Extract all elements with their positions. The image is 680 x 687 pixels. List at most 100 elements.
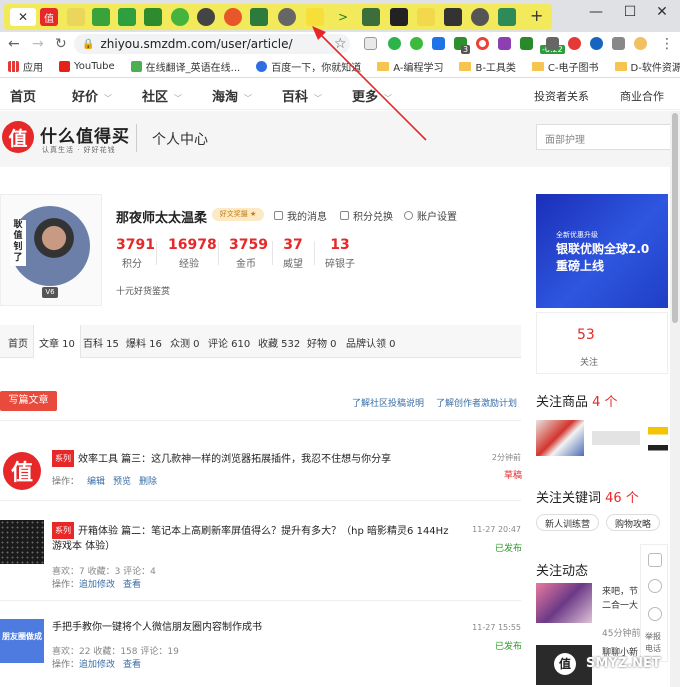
site-logo[interactable]: 值: [2, 121, 34, 153]
extension-icon-2[interactable]: [388, 37, 401, 50]
extension-icon-4[interactable]: [432, 37, 445, 50]
forward-icon[interactable]: →: [32, 36, 44, 52]
tab-favicon-5[interactable]: [144, 8, 162, 26]
tab-favicon-17[interactable]: [471, 8, 489, 26]
tab-favicon-13[interactable]: [362, 8, 380, 26]
tab-favicon-10[interactable]: [278, 8, 296, 26]
preview-link[interactable]: 预览: [113, 477, 131, 487]
menu-icon[interactable]: ⋮: [660, 36, 674, 52]
feed-thumb[interactable]: [536, 583, 592, 623]
article-thumb[interactable]: [0, 520, 44, 564]
write-article-button[interactable]: 写篇文章: [0, 391, 57, 411]
goods-thumb-1[interactable]: [536, 420, 584, 456]
maximize-button[interactable]: ☐: [620, 4, 640, 20]
article-thumb[interactable]: 值: [0, 449, 44, 493]
chat-icon[interactable]: [648, 579, 662, 593]
tab-articles[interactable]: 文章 10: [33, 325, 81, 358]
article-title[interactable]: 手把手教你一键将个人微信朋友圈内容制作成书: [52, 620, 452, 635]
bookmark-translate[interactable]: 在线翻译_英语在线...: [130, 59, 240, 74]
nav-more[interactable]: 更多 ﹀: [352, 86, 392, 105]
bookmark-youtube[interactable]: YouTube: [59, 61, 115, 72]
stat-points[interactable]: 3791 积分: [116, 237, 155, 270]
minimize-button[interactable]: —: [586, 4, 606, 20]
goods-thumb-2[interactable]: [592, 420, 640, 456]
phone-icon[interactable]: [648, 553, 662, 567]
page-scrollbar[interactable]: [670, 111, 680, 687]
tab-brand[interactable]: 品牌认领 0: [346, 335, 396, 350]
feed-thumb[interactable]: 值: [536, 645, 592, 685]
tab-tips[interactable]: 爆料 16: [126, 335, 162, 350]
username[interactable]: 那夜师太太温柔: [116, 207, 207, 226]
bookmark-folder-c[interactable]: C-电子图书: [531, 59, 599, 74]
article-title[interactable]: 系列 效率工具 篇三：这几款神一样的浏览器拓展插件，我忍不住想与你分享: [52, 450, 452, 467]
help-icon[interactable]: [648, 607, 662, 621]
back-icon[interactable]: ←: [8, 36, 20, 52]
keyword-chip[interactable]: 购物攻略: [606, 514, 661, 531]
nav-home[interactable]: 首页: [10, 86, 36, 105]
account-settings-link[interactable]: 账户设置: [404, 208, 457, 223]
avatar[interactable]: 耿值钊了: [10, 206, 90, 286]
view-link[interactable]: 查看: [123, 580, 141, 590]
tab-favicon-16[interactable]: [444, 8, 462, 26]
new-tab-button[interactable]: +: [530, 6, 543, 25]
reload-icon[interactable]: ↻: [55, 36, 67, 52]
points-exchange-link[interactable]: 积分兑换: [340, 208, 393, 223]
goods-thumb-3[interactable]: [648, 420, 668, 456]
messages-link[interactable]: 我的消息: [274, 208, 327, 223]
nav-investor[interactable]: 投资者关系: [534, 88, 589, 104]
extension-icon-3[interactable]: [410, 37, 423, 50]
stat-experience[interactable]: 16978 经验: [168, 237, 217, 270]
delete-link[interactable]: 删除: [139, 477, 157, 487]
submission-guide-link[interactable]: 了解社区投稿说明: [352, 396, 424, 409]
tab-favicon-9[interactable]: [250, 8, 268, 26]
stat-gold[interactable]: 3759 金币: [229, 237, 268, 270]
promo-banner[interactable]: 全新优惠升级 银联优购全球2.0 重磅上线: [536, 194, 668, 308]
tab-favicon-7[interactable]: [197, 8, 215, 26]
tab-favicon-14[interactable]: [390, 8, 408, 26]
tab-wiki[interactable]: 百科 15: [83, 335, 119, 350]
extension-icon-10[interactable]: [568, 37, 581, 50]
tab-favicon-18[interactable]: [498, 8, 516, 26]
extension-icon-11[interactable]: [590, 37, 603, 50]
address-bar[interactable]: 🔒 zhiyou.smzdm.com/user/article/: [74, 34, 350, 54]
profile-avatar-icon[interactable]: [634, 37, 647, 50]
close-tab-icon[interactable]: ✕: [18, 10, 28, 24]
append-edit-link[interactable]: 追加修改: [79, 580, 115, 590]
nav-haitao[interactable]: 海淘 ﹀: [212, 86, 252, 105]
tab-home[interactable]: 首页: [8, 335, 28, 350]
view-link[interactable]: 查看: [123, 660, 141, 670]
follow-count-card[interactable]: 53 关注: [536, 312, 668, 374]
tab-favorites[interactable]: 收藏 532: [258, 335, 300, 350]
tab-favicon-4[interactable]: [118, 8, 136, 26]
bookmark-apps[interactable]: 应用: [8, 59, 43, 74]
close-window-button[interactable]: ✕: [652, 4, 672, 20]
article-thumb[interactable]: 朋友圈做成: [0, 619, 44, 663]
nav-business[interactable]: 商业合作: [620, 88, 664, 104]
tab-goods[interactable]: 好物 0: [307, 335, 337, 350]
keyword-chip[interactable]: 新人训练营: [536, 514, 600, 531]
bookmark-folder-b[interactable]: B-工具类: [459, 59, 516, 74]
bookmark-baidu[interactable]: 百度一下，你就知道: [256, 59, 361, 74]
lock-icon[interactable]: 🔒: [82, 39, 94, 50]
stat-silver[interactable]: 13 碎银子: [324, 237, 356, 270]
edit-link[interactable]: 编辑: [87, 477, 105, 487]
report-label[interactable]: 举报: [645, 631, 661, 642]
stat-prestige[interactable]: 37 威望: [282, 237, 304, 270]
nav-community[interactable]: 社区 ﹀: [142, 86, 182, 105]
tab-tests[interactable]: 众测 0: [170, 335, 200, 350]
nav-deals[interactable]: 好价 ﹀: [72, 86, 112, 105]
tab-favicon-6[interactable]: [171, 8, 189, 26]
tab-favicon-3[interactable]: [92, 8, 110, 26]
bookmark-folder-d[interactable]: D-软件资源: [614, 59, 680, 74]
tab-favicon-12[interactable]: >: [334, 8, 352, 26]
feed-text[interactable]: 来吧，节 二合一大: [602, 585, 638, 613]
extension-icon-8[interactable]: [520, 37, 533, 50]
site-search-input[interactable]: 面部护理: [536, 124, 680, 150]
tab-favicon-2[interactable]: [67, 8, 85, 26]
extension-icon-9[interactable]: [546, 37, 559, 50]
extensions-puzzle-icon[interactable]: [612, 37, 625, 50]
extension-icon-7[interactable]: [498, 37, 511, 50]
append-edit-link[interactable]: 追加修改: [79, 660, 115, 670]
tab-favicon-15[interactable]: [417, 8, 435, 26]
tab-favicon-11[interactable]: [306, 8, 324, 26]
